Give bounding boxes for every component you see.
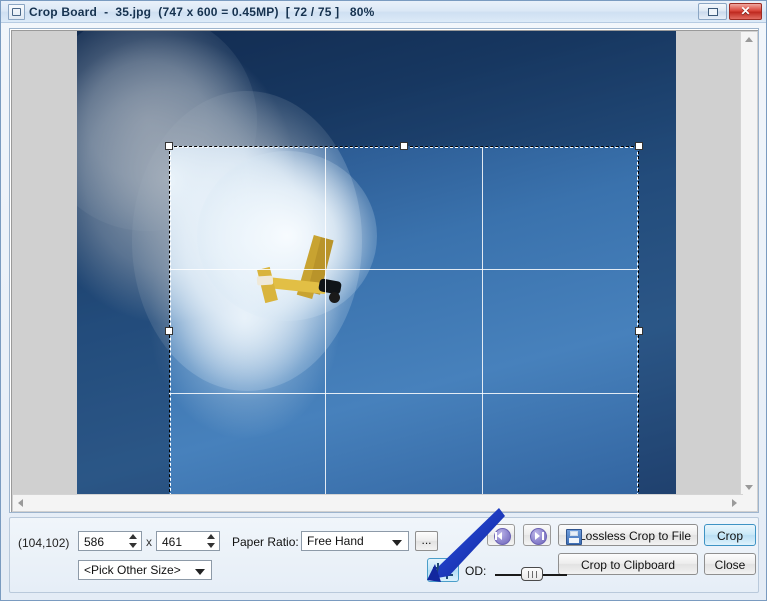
- chevron-right-icon: [732, 499, 737, 507]
- grid-line-horizontal: [169, 393, 639, 394]
- lossless-crop-label: Lossless Crop to File: [578, 529, 692, 543]
- browse-ratio-button[interactable]: ...: [415, 531, 438, 551]
- crop-handle-top-right[interactable]: [635, 142, 643, 150]
- crop-handle-top-left[interactable]: [165, 142, 173, 150]
- crop-width-input[interactable]: [82, 533, 130, 551]
- previous-image-button[interactable]: [487, 524, 515, 546]
- restore-button[interactable]: [698, 3, 727, 20]
- crop-handle-top-center[interactable]: [400, 142, 408, 150]
- scroll-left-button[interactable]: [13, 495, 29, 511]
- height-spinner-buttons[interactable]: [206, 533, 217, 549]
- close-icon: ✕: [740, 4, 751, 18]
- scroll-down-button[interactable]: [741, 480, 757, 496]
- grid-line-vertical: [325, 146, 326, 495]
- od-label: OD:: [465, 564, 487, 578]
- scrollbar-corner: [741, 495, 757, 511]
- paper-ratio-select[interactable]: Free Hand: [301, 531, 409, 551]
- grid-icon-line: [433, 567, 453, 569]
- chevron-down-icon[interactable]: [195, 569, 205, 575]
- plane-nose: [256, 275, 274, 286]
- crop-handle-middle-right[interactable]: [635, 327, 643, 335]
- paper-ratio-label: Paper Ratio:: [232, 535, 299, 549]
- chevron-down-icon[interactable]: [392, 540, 402, 546]
- width-increment-icon[interactable]: [129, 534, 137, 539]
- pick-other-size-select[interactable]: <Pick Other Size>: [78, 560, 212, 580]
- grid-icon-line: [437, 563, 439, 579]
- vertical-scrollbar[interactable]: [740, 32, 757, 496]
- crop-to-clipboard-button[interactable]: Crop to Clipboard: [558, 553, 698, 575]
- grid-icon-line: [433, 574, 453, 576]
- lossless-crop-to-file-button[interactable]: Lossless Crop to File: [558, 524, 698, 546]
- close-window-button[interactable]: ✕: [729, 3, 762, 20]
- image-canvas[interactable]: [11, 30, 758, 512]
- restore-icon: [708, 8, 718, 16]
- disk-label: [569, 538, 579, 543]
- nav-bar-left: [495, 532, 497, 540]
- photo-image[interactable]: [77, 31, 676, 495]
- triangle-left-icon: [497, 532, 502, 540]
- disk-shutter: [570, 531, 578, 536]
- crop-height-input[interactable]: [160, 533, 208, 551]
- thumb-tick: [528, 571, 529, 578]
- crop-selection-region[interactable]: [169, 146, 639, 495]
- thumb-tick: [536, 571, 537, 578]
- grid-line-vertical: [482, 146, 483, 495]
- dimension-separator: x: [146, 535, 152, 549]
- triangle-right-icon: [535, 532, 540, 540]
- grid-line-horizontal: [169, 269, 639, 270]
- airplane-subject: [256, 234, 367, 316]
- grid-icon-line: [446, 563, 448, 579]
- height-increment-icon[interactable]: [207, 534, 215, 539]
- crop-width-stepper[interactable]: [78, 531, 142, 551]
- crop-board-window: Crop Board - 35.jpg (747 x 600 = 0.45MP)…: [0, 0, 767, 601]
- crop-handle-middle-left[interactable]: [165, 327, 173, 335]
- bottom-toolbar: (104,102) x Paper Ratio: Free Hand ... <…: [9, 517, 759, 593]
- chevron-up-icon: [745, 37, 753, 42]
- crop-height-stepper[interactable]: [156, 531, 220, 551]
- chevron-down-icon: [745, 485, 753, 490]
- height-decrement-icon[interactable]: [207, 543, 215, 548]
- title-bar: Crop Board - 35.jpg (747 x 600 = 0.45MP)…: [1, 1, 766, 23]
- thumb-tick: [532, 571, 533, 578]
- paper-ratio-value: Free Hand: [307, 534, 364, 548]
- crop-button[interactable]: Crop: [704, 524, 756, 546]
- width-spinner-buttons[interactable]: [128, 533, 139, 549]
- chevron-left-icon: [18, 499, 23, 507]
- image-canvas-frame: [9, 28, 759, 513]
- nav-bar-right: [542, 532, 544, 540]
- next-image-button[interactable]: [523, 524, 551, 546]
- grid-toggle-button[interactable]: [427, 558, 459, 582]
- crop-board-app-icon: [8, 4, 25, 20]
- cursor-coordinates: (104,102): [18, 536, 70, 550]
- width-decrement-icon[interactable]: [129, 543, 137, 548]
- window-title: Crop Board - 35.jpg (747 x 600 = 0.45MP)…: [29, 5, 375, 19]
- pick-other-size-value: <Pick Other Size>: [84, 563, 181, 577]
- scroll-up-button[interactable]: [741, 32, 757, 48]
- horizontal-scrollbar[interactable]: [13, 494, 743, 511]
- od-slider-thumb[interactable]: [521, 567, 543, 581]
- plane-wheel: [329, 292, 340, 303]
- window-controls: ✕: [698, 3, 762, 21]
- save-disk-icon: [566, 529, 582, 545]
- close-button[interactable]: Close: [704, 553, 756, 575]
